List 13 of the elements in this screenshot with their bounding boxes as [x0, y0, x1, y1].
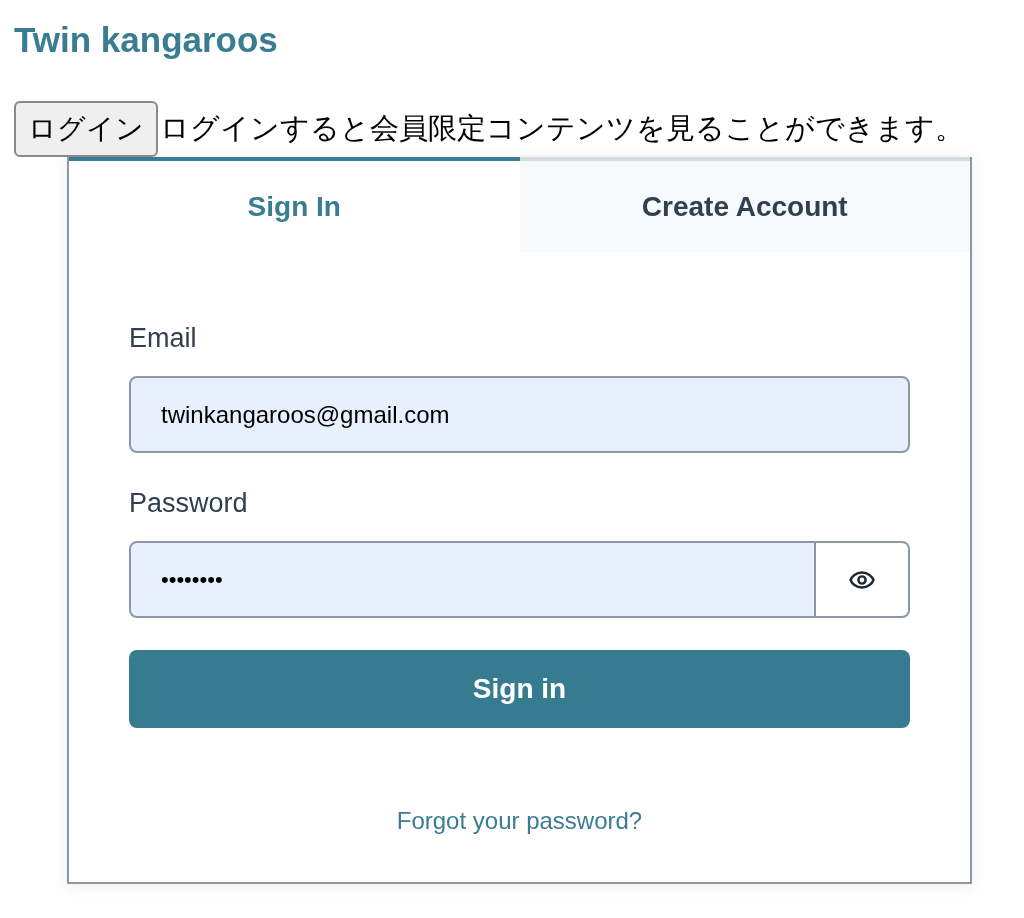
forgot-password-link[interactable]: Forgot your password?	[396, 807, 643, 834]
field-label: Email	[129, 322, 197, 355]
login-button[interactable]: ログイン	[14, 101, 158, 157]
site-title: Twin kangaroos	[14, 19, 278, 61]
sign-in-button[interactable]: Sign in	[129, 650, 910, 728]
eye-icon	[849, 570, 875, 589]
field-label: Password	[129, 487, 248, 520]
email-field[interactable]: twinkangaroos@gmail.com	[129, 376, 910, 453]
tab[interactable]: Create Account	[519, 157, 970, 252]
login-note: ログインすると会員限定コンテンツを見ることができます。	[160, 110, 964, 147]
password-field[interactable]: ••••••••	[129, 541, 816, 618]
show-password-button[interactable]	[816, 541, 910, 618]
tab[interactable]: Sign In	[69, 157, 520, 252]
